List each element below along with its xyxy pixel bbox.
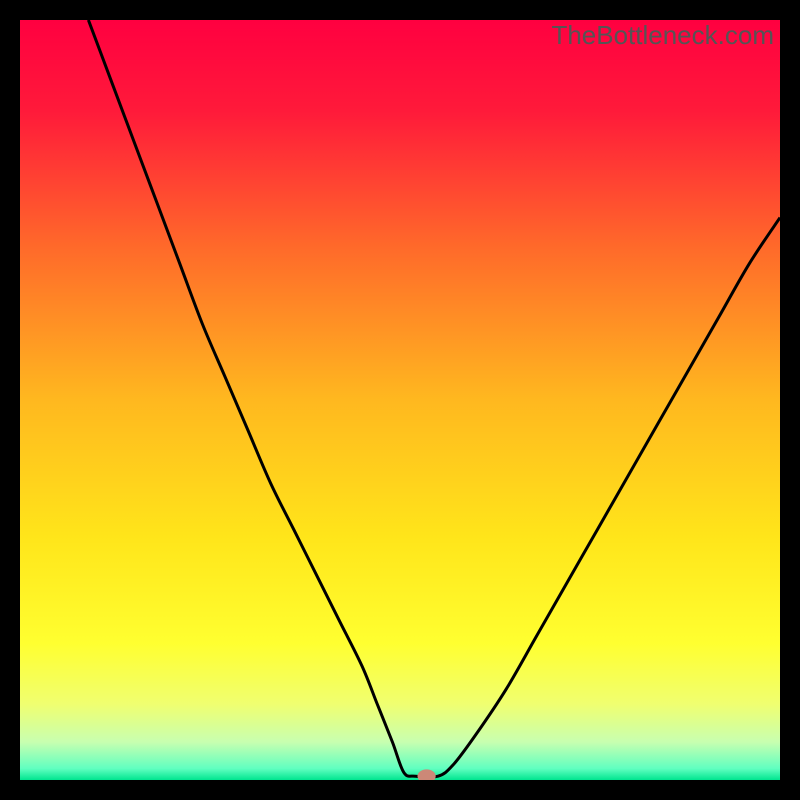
watermark-label: TheBottleneck.com <box>551 20 774 51</box>
bottleneck-chart <box>20 20 780 780</box>
gradient-background <box>20 20 780 780</box>
chart-frame: TheBottleneck.com <box>20 20 780 780</box>
